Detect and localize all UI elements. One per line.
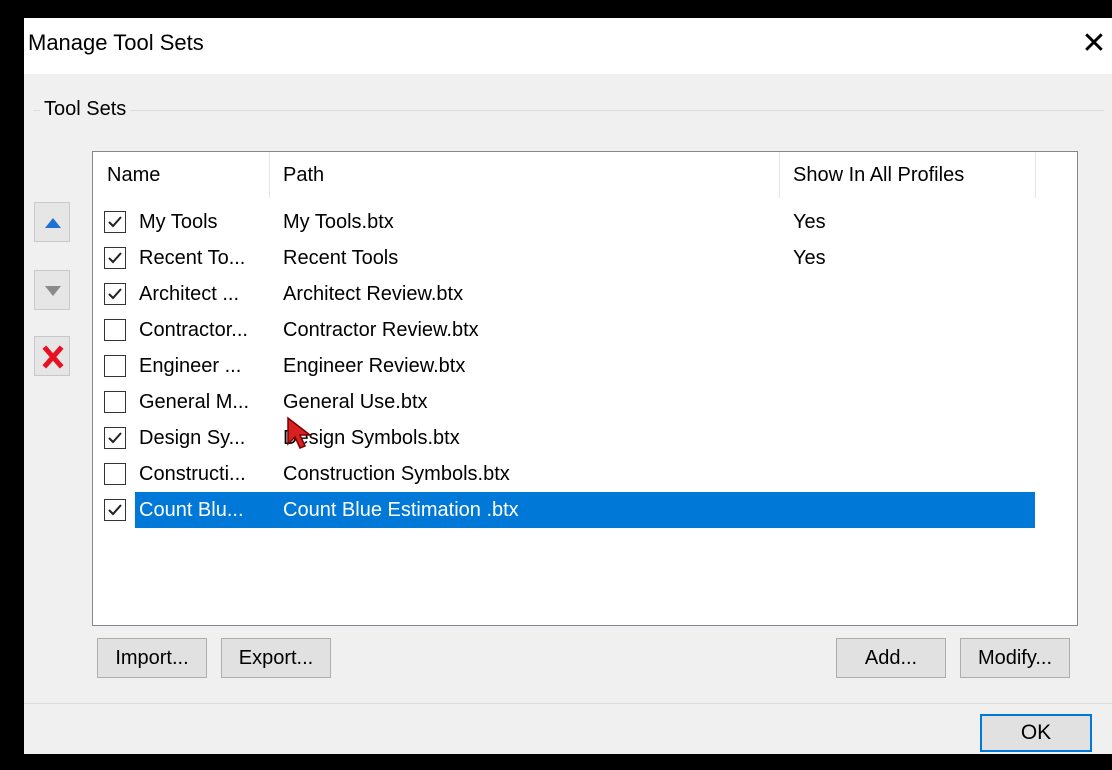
row-name-cell: Engineer ... (139, 355, 242, 377)
row-checkbox[interactable] (104, 247, 126, 269)
row-name-cell: Constructi... (139, 463, 246, 485)
row-name-cell: Count Blu... (139, 499, 244, 521)
row-checkbox[interactable] (104, 427, 126, 449)
checkmark-icon (108, 252, 122, 264)
row-show-cell: Yes (793, 211, 826, 233)
list-row[interactable]: Constructi... Construction Symbols.btx (93, 456, 1037, 492)
close-icon[interactable]: ✕ (1076, 24, 1112, 64)
column-header-path[interactable]: Path (269, 152, 779, 198)
list-row[interactable]: Design Sy... Design Symbols.btx (93, 420, 1037, 456)
column-header-show[interactable]: Show In All Profiles (779, 152, 1035, 198)
red-x-icon (42, 345, 64, 369)
window-title: Manage Tool Sets (28, 30, 204, 55)
row-checkbox[interactable] (104, 463, 126, 485)
list-row[interactable]: General M... General Use.btx (93, 384, 1037, 420)
mouse-cursor-icon (287, 416, 313, 449)
row-checkbox[interactable] (104, 319, 126, 341)
import-button[interactable]: Import... (97, 638, 207, 678)
row-show-cell (793, 492, 1033, 528)
modify-button[interactable]: Modify... (960, 638, 1070, 678)
row-checkbox[interactable] (104, 355, 126, 377)
list-row[interactable]: Contractor... Contractor Review.btx (93, 312, 1037, 348)
checkmark-icon (108, 504, 122, 516)
tool-sets-list[interactable]: Name Path Show In All Profiles My Tools M… (92, 151, 1078, 626)
group-label: Tool Sets (40, 98, 131, 121)
row-name-cell: Contractor... (139, 319, 248, 341)
row-name-cell: Architect ... (139, 283, 240, 305)
column-header-name[interactable]: Name (93, 152, 269, 198)
row-show-cell (793, 276, 1033, 312)
row-path-cell: Count Blue Estimation .btx (283, 499, 519, 521)
row-checkbox[interactable] (104, 499, 126, 521)
row-show-cell: Yes (793, 247, 826, 269)
row-path-cell: Design Symbols.btx (283, 427, 460, 449)
row-name-cell: Recent To... (139, 247, 246, 269)
checkmark-icon (108, 288, 122, 300)
delete-button[interactable] (34, 336, 70, 376)
row-path-cell: My Tools.btx (283, 211, 394, 233)
row-checkbox[interactable] (104, 391, 126, 413)
checkmark-icon (108, 216, 122, 228)
row-name-cell: My Tools (139, 211, 218, 233)
footer-divider (24, 703, 1112, 704)
ok-button[interactable]: OK (980, 714, 1092, 752)
list-row[interactable]: Engineer ... Engineer Review.btx (93, 348, 1037, 384)
list-row[interactable]: Recent To... Recent Tools Yes (93, 240, 1037, 276)
row-name-cell: General M... (139, 391, 250, 413)
row-show-cell (793, 456, 1033, 492)
list-row[interactable]: My Tools My Tools.btx Yes (93, 204, 1037, 240)
row-show-cell (793, 348, 1033, 384)
row-path-cell: Engineer Review.btx (283, 355, 466, 377)
row-show-cell (793, 312, 1033, 348)
row-name-cell: Design Sy... (139, 427, 246, 449)
row-path-cell: Construction Symbols.btx (283, 463, 510, 485)
row-show-cell (793, 420, 1033, 456)
list-row[interactable]: Count Blu... Count Blue Estimation .btx (93, 492, 1037, 528)
list-row[interactable]: Architect ... Architect Review.btx (93, 276, 1037, 312)
checkmark-icon (108, 432, 122, 444)
row-path-cell: Contractor Review.btx (283, 319, 479, 341)
row-path-cell: Recent Tools (283, 247, 399, 269)
row-path-cell: Architect Review.btx (283, 283, 464, 305)
row-show-cell (793, 384, 1033, 420)
add-button[interactable]: Add... (836, 638, 946, 678)
export-button[interactable]: Export... (221, 638, 331, 678)
arrow-down-icon (45, 286, 61, 296)
row-checkbox[interactable] (104, 211, 126, 233)
column-separator (1035, 152, 1036, 198)
manage-tool-sets-dialog: Manage Tool Sets ✕ Tool Sets Name Path S… (24, 18, 1112, 754)
move-down-button[interactable] (34, 270, 70, 310)
move-up-button[interactable] (34, 202, 70, 242)
row-path-cell: General Use.btx (283, 391, 428, 413)
title-bar: Manage Tool Sets ✕ (24, 18, 1112, 74)
row-checkbox[interactable] (104, 283, 126, 305)
arrow-up-icon (45, 218, 61, 228)
tool-sets-groupbox (33, 110, 1104, 112)
